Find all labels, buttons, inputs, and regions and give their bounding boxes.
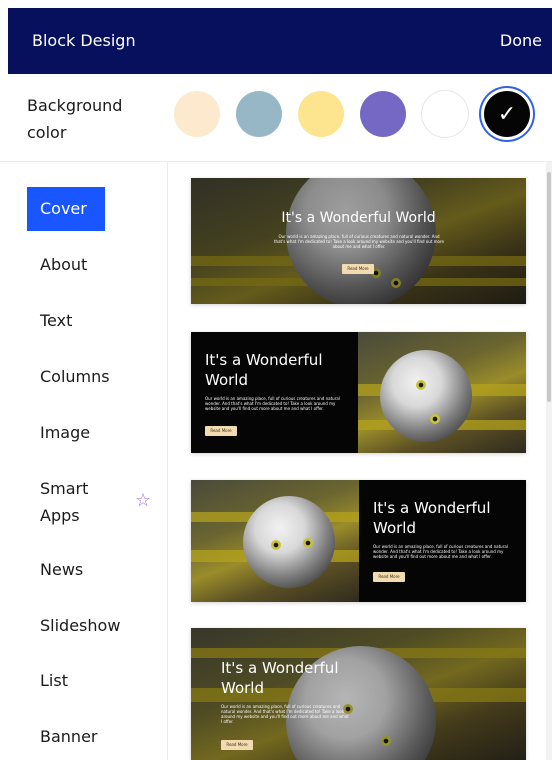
sidebar-item-slideshow[interactable]: Slideshow xyxy=(27,604,133,648)
read-more-button: Read More xyxy=(373,572,405,582)
swatch-white[interactable] xyxy=(422,91,468,137)
read-more-button: Read More xyxy=(221,740,253,750)
sidebar-item-columns[interactable]: Columns xyxy=(27,355,123,399)
preview-heading: It's a Wonderful World xyxy=(373,499,491,537)
preview-heading: It's a Wonderful World xyxy=(281,210,436,226)
sidebar-item-about[interactable]: About xyxy=(27,243,100,287)
swatch-cream[interactable] xyxy=(174,91,220,137)
sidebar-item-smart-apps[interactable]: Smart Apps xyxy=(27,467,127,527)
cover-preview-2[interactable]: It's a Wonderful World Our world is an a… xyxy=(191,332,526,453)
cover-preview-4[interactable]: It's a Wonderful World Our world is an a… xyxy=(191,628,526,760)
cat-photo xyxy=(191,480,359,602)
cover-preview-1[interactable]: It's a Wonderful World Our world is an a… xyxy=(191,178,526,304)
top-bar: Block Design Done xyxy=(8,8,552,74)
read-more-button: Read More xyxy=(342,264,374,274)
sidebar-item-cover[interactable]: Cover xyxy=(27,187,105,231)
swatch-purple[interactable] xyxy=(360,91,406,137)
preview-body: Our world is an amazing place, full of c… xyxy=(221,704,349,724)
preview-body: Our world is an amazing place, full of c… xyxy=(273,234,445,249)
cat-photo xyxy=(358,332,526,453)
page-title: Block Design xyxy=(32,31,136,50)
swatch-blue-gray[interactable] xyxy=(236,91,282,137)
sidebar-item-banner[interactable]: Banner xyxy=(27,715,110,759)
swatch-yellow[interactable] xyxy=(298,91,344,137)
sidebar-item-text[interactable]: Text xyxy=(27,299,85,343)
sidebar-item-list[interactable]: List xyxy=(27,659,81,703)
scrollbar-thumb[interactable] xyxy=(547,172,551,402)
checkmark-icon: ✓ xyxy=(497,101,517,127)
preview-body: Our world is an amazing place, full of c… xyxy=(373,544,508,559)
swatch-black[interactable]: ✓ xyxy=(484,91,530,137)
preview-body: Our world is an amazing place, full of c… xyxy=(205,396,340,411)
preview-heading: It's a Wonderful World xyxy=(221,659,339,697)
done-button[interactable]: Done xyxy=(500,31,542,50)
background-color-row: Background color ✓ xyxy=(0,74,552,162)
star-icon: ☆ xyxy=(135,490,152,511)
read-more-button: Read More xyxy=(205,426,237,436)
sidebar-item-news[interactable]: News xyxy=(27,548,96,592)
block-type-sidebar: Cover About Text Columns Image Smart App… xyxy=(0,162,168,760)
cover-preview-3[interactable]: It's a Wonderful World Our world is an a… xyxy=(191,480,526,602)
sidebar-item-image[interactable]: Image xyxy=(27,411,103,455)
background-color-label: Background color xyxy=(27,96,123,142)
cover-preview-gallery: It's a Wonderful World Our world is an a… xyxy=(168,162,546,760)
preview-heading: It's a Wonderful World xyxy=(205,351,323,389)
